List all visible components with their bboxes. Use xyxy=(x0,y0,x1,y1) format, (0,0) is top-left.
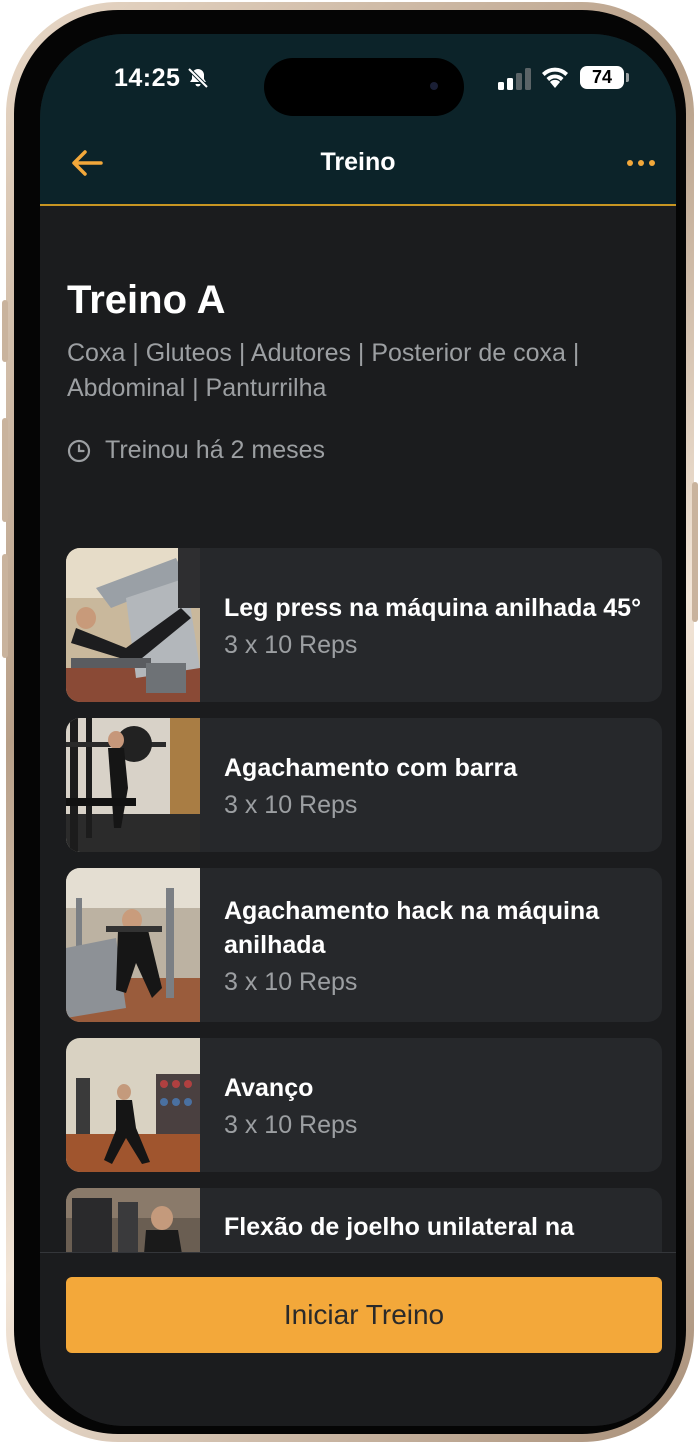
exercise-reps: 3 x 10 Reps xyxy=(224,1110,358,1139)
workout-title: Treino A xyxy=(67,278,226,322)
exercise-reps: 3 x 10 Reps xyxy=(224,967,358,996)
battery-tip xyxy=(626,73,629,82)
exercise-name: Leg press na máquina anilhada 45° xyxy=(224,593,642,622)
exercise-reps: 3 x 10 Reps xyxy=(224,630,358,659)
last-trained: Treinou há 2 meses xyxy=(67,436,325,465)
bottom-action-bar: Iniciar Treino xyxy=(40,1252,676,1426)
exercise-info: Leg press na máquina anilhada 45° 3 x 10… xyxy=(224,548,642,702)
exercise-name: Agachamento com barra xyxy=(224,753,518,782)
volume-down-button xyxy=(2,554,8,658)
more-options-icon[interactable] xyxy=(624,150,658,176)
exercise-thumbnail xyxy=(66,1038,200,1172)
header: 14:25 74 Treino xyxy=(40,34,676,206)
exercise-name: Flexão de joelho unilateral na xyxy=(224,1213,575,1241)
phone-bezel: 14:25 74 Treino Treino A Coxa | Gluteos … xyxy=(14,10,686,1434)
exercise-card-flexao-joelho[interactable]: Flexão de joelho unilateral na xyxy=(66,1188,662,1254)
exercise-info: Flexão de joelho unilateral na xyxy=(224,1188,642,1254)
camera-dot xyxy=(430,82,438,90)
clock-icon xyxy=(67,439,91,462)
status-time: 14:25 xyxy=(114,64,181,92)
exercise-reps: 3 x 10 Reps xyxy=(224,790,358,819)
exercise-card-avanco[interactable]: Avanço 3 x 10 Reps xyxy=(66,1038,662,1172)
exercise-name: Avanço xyxy=(224,1073,314,1102)
muscle-groups: Coxa | Gluteos | Adutores | Posterior de… xyxy=(67,339,580,402)
volume-up-button xyxy=(2,418,8,522)
last-trained-text: Treinou há 2 meses xyxy=(105,436,326,464)
cellular-signal-icon xyxy=(498,68,532,95)
exercise-card-agachamento-hack[interactable]: Agachamento hack na máquina anilhada 3 x… xyxy=(66,868,662,1022)
exercise-thumbnail xyxy=(66,1188,200,1254)
app-screen: 14:25 74 Treino Treino A Coxa | Gluteos … xyxy=(40,34,676,1426)
exercise-thumbnail xyxy=(66,548,200,702)
dynamic-island xyxy=(264,58,464,116)
wifi-icon xyxy=(540,64,570,93)
exercise-info: Avanço 3 x 10 Reps xyxy=(224,1038,642,1172)
exercise-thumbnail xyxy=(66,868,200,1022)
exercise-name: Agachamento hack na máquina anilhada xyxy=(224,896,600,959)
bell-slash-icon xyxy=(186,66,210,95)
exercise-card-agachamento[interactable]: Agachamento com barra 3 x 10 Reps xyxy=(66,718,662,852)
battery-indicator: 74 xyxy=(580,66,624,89)
nav-title: Treino xyxy=(320,148,396,176)
exercise-info: Agachamento hack na máquina anilhada 3 x… xyxy=(224,868,642,1022)
action-button xyxy=(2,300,8,362)
exercise-card-leg-press[interactable]: Leg press na máquina anilhada 45° 3 x 10… xyxy=(66,548,662,702)
exercise-list: Leg press na máquina anilhada 45° 3 x 10… xyxy=(66,548,662,1254)
power-button xyxy=(692,482,698,622)
phone-frame: 14:25 74 Treino Treino A Coxa | Gluteos … xyxy=(2,2,698,1442)
start-workout-button[interactable]: Iniciar Treino xyxy=(66,1277,662,1353)
exercise-thumbnail xyxy=(66,718,200,852)
exercise-info: Agachamento com barra 3 x 10 Reps xyxy=(224,718,642,852)
